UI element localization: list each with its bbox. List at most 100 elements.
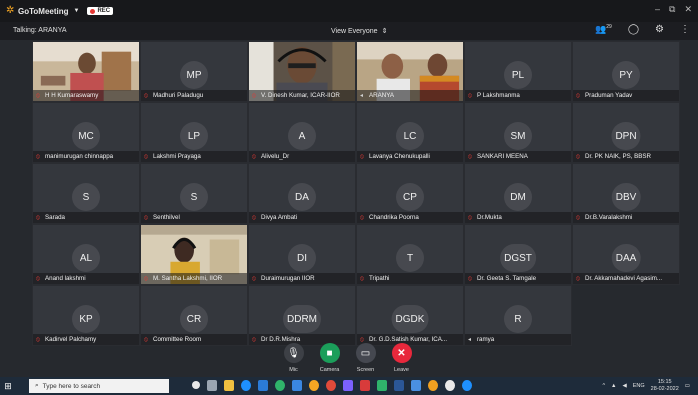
participant-avatar: DM bbox=[504, 183, 532, 211]
gotomeeting-logo-icon: ✲ bbox=[6, 5, 15, 16]
title-bar: ✲ GoToMeeting ▼ REC – ⧉ ✕ bbox=[0, 0, 698, 22]
participant-tile[interactable]: AL ⦸ Anand lakshmi bbox=[32, 224, 140, 285]
participant-tile[interactable]: LP ⦸ Lakshmi Prayaga bbox=[140, 102, 248, 163]
participant-namebar: ⦸ Senthilvel bbox=[141, 212, 247, 223]
mic-muted-icon: ⦸ bbox=[36, 92, 40, 99]
participant-name: Madhuri Paladugu bbox=[153, 92, 204, 99]
participant-tile[interactable]: CP ⦸ Chandrika Poorna bbox=[356, 163, 464, 224]
tray-chevron-icon[interactable]: ^ bbox=[602, 383, 605, 389]
participant-tile[interactable]: ◂ ARANYA bbox=[356, 41, 464, 102]
mic-off-icon[interactable]: 🎙 bbox=[283, 343, 304, 363]
word-icon[interactable] bbox=[394, 380, 404, 391]
leave-x-icon[interactable]: ✕ bbox=[391, 343, 412, 363]
participant-namebar: ⦸ Duraimurugan IIOR bbox=[249, 273, 355, 284]
mic-muted-icon: ⦸ bbox=[576, 214, 580, 221]
participant-namebar: ⦸ V. Dinesh Kumar, ICAR-IIOR bbox=[249, 90, 355, 101]
participants-button[interactable]: 👥29 bbox=[595, 24, 612, 35]
participant-tile[interactable]: MP ⦸ Madhuri Paladugu bbox=[140, 41, 248, 102]
leave-control[interactable]: ✕ Leave bbox=[390, 343, 413, 373]
language-indicator[interactable]: ENG bbox=[633, 383, 645, 389]
camera-icon[interactable]: ■ bbox=[319, 343, 340, 363]
windows-start-icon[interactable]: ⊞ bbox=[0, 377, 16, 395]
participant-tile[interactable]: DGST ⦸ Dr. Geeta S. Tamgale bbox=[464, 224, 572, 285]
app-icon[interactable] bbox=[292, 380, 302, 391]
app2-icon[interactable] bbox=[411, 380, 421, 391]
participant-tile[interactable]: SM ⦸ SANKARI MEENA bbox=[464, 102, 572, 163]
cortana-icon[interactable] bbox=[192, 381, 200, 389]
mic-muted-icon: ⦸ bbox=[36, 153, 40, 160]
excel-icon[interactable] bbox=[377, 380, 387, 391]
participant-tile[interactable]: PY ⦸ Praduman Yadav bbox=[572, 41, 680, 102]
participant-tile[interactable]: A ⦸ Alivelu_Dr bbox=[248, 102, 356, 163]
clock-date: 28-02-2022 bbox=[650, 386, 679, 392]
taskbar-search[interactable]: ⌕ Type here to search bbox=[29, 379, 169, 393]
settings-gear-icon[interactable]: ⚙ bbox=[655, 24, 664, 35]
mic-muted-icon: ⦸ bbox=[144, 92, 148, 99]
participant-tile[interactable]: ⦸ M. Santha Lakshmi, IIOR bbox=[140, 224, 248, 285]
browser-icon[interactable] bbox=[326, 380, 336, 391]
more-options-icon[interactable]: ⋮ bbox=[680, 24, 690, 35]
chat-icon[interactable]: ◯ bbox=[628, 24, 639, 35]
participant-tile[interactable]: ⦸ V. Dinesh Kumar, ICAR-IIOR bbox=[248, 41, 356, 102]
edge-icon[interactable] bbox=[241, 380, 251, 391]
participant-tile[interactable]: CR ⦸ Committee Room bbox=[140, 285, 248, 346]
restore-button[interactable]: ⧉ bbox=[669, 4, 675, 15]
participant-tile[interactable]: DPN ⦸ Dr. PK NAIK, PS, BBSR bbox=[572, 102, 680, 163]
participant-name: Alivelu_Dr bbox=[261, 153, 290, 160]
view-select[interactable]: View Everyone ⇕ bbox=[331, 27, 388, 36]
participant-tile[interactable]: S ⦸ Sarada bbox=[32, 163, 140, 224]
screen-control[interactable]: ▭ Screen bbox=[354, 343, 377, 373]
participant-tile[interactable]: ⦸ H H Kumaraswamy bbox=[32, 41, 140, 102]
participant-namebar: ⦸ Anand lakshmi bbox=[33, 273, 139, 284]
screen-share-icon[interactable]: ▭ bbox=[355, 343, 376, 363]
close-button[interactable]: ✕ bbox=[684, 4, 692, 15]
recording-badge[interactable]: REC bbox=[87, 7, 114, 15]
app3-icon[interactable] bbox=[428, 380, 438, 391]
participant-tile[interactable]: DDRM ⦸ Dr D.R.Mishra bbox=[248, 285, 356, 346]
app-logo[interactable]: ✲ GoToMeeting ▼ bbox=[6, 6, 87, 16]
mic-muted-icon: ⦸ bbox=[360, 214, 364, 221]
participant-avatar: LC bbox=[396, 122, 424, 150]
participant-tile[interactable]: S ⦸ Senthilvel bbox=[140, 163, 248, 224]
powerpoint-icon[interactable] bbox=[360, 380, 370, 391]
updown-chevron-icon: ⇕ bbox=[381, 28, 388, 35]
gotomeeting-taskbar-icon[interactable] bbox=[309, 380, 319, 391]
participant-namebar: ⦸ P Lakshmanma bbox=[465, 90, 571, 101]
participant-tile[interactable]: LC ⦸ Lavanya Chenukupalli bbox=[356, 102, 464, 163]
mic-muted-icon: ⦸ bbox=[576, 275, 580, 282]
mic-muted-icon: ⦸ bbox=[576, 92, 580, 99]
participant-tile[interactable]: DI ⦸ Duraimurugan IIOR bbox=[248, 224, 356, 285]
teams-icon[interactable] bbox=[343, 380, 353, 391]
participant-tile[interactable]: DM ⦸ Dr.Mukta bbox=[464, 163, 572, 224]
participant-tile[interactable]: R ◂ ramya bbox=[464, 285, 572, 346]
chrome-icon[interactable] bbox=[275, 380, 285, 391]
participant-namebar: ⦸ Divya Ambati bbox=[249, 212, 355, 223]
participant-tile[interactable]: DBV ⦸ Dr.B.Varalakshmi bbox=[572, 163, 680, 224]
task-view-icon[interactable] bbox=[207, 380, 217, 391]
participant-name: Senthilvel bbox=[153, 214, 180, 221]
participant-tile[interactable]: KP ⦸ Kadirvel Palchamy bbox=[32, 285, 140, 346]
gotomeeting-window: ✲ GoToMeeting ▼ REC – ⧉ ✕ Talking: ARANY… bbox=[0, 0, 698, 395]
clock[interactable]: 15:15 28-02-2022 bbox=[651, 379, 679, 393]
app4-icon[interactable] bbox=[445, 380, 455, 391]
participant-tile[interactable]: DGDK ⦸ Dr. G.D.Satish Kumar, ICA... bbox=[356, 285, 464, 346]
minimize-button[interactable]: – bbox=[655, 4, 660, 15]
mic-control[interactable]: 🎙 Mic bbox=[282, 343, 305, 373]
participant-avatar: A bbox=[288, 122, 316, 150]
participant-avatar: DDRM bbox=[283, 305, 321, 333]
participant-tile[interactable]: T ⦸ Tripathi bbox=[356, 224, 464, 285]
participant-tile[interactable]: DA ⦸ Divya Ambati bbox=[248, 163, 356, 224]
participant-tile[interactable]: DAA ⦸ Dr. Akkamahadevi Agasim... bbox=[572, 224, 680, 285]
app5-icon[interactable] bbox=[462, 380, 472, 391]
participant-name: Anand lakshmi bbox=[45, 275, 86, 282]
network-icon[interactable]: ▲ bbox=[611, 383, 616, 389]
participant-tile[interactable]: PL ⦸ P Lakshmanma bbox=[464, 41, 572, 102]
mail-icon[interactable] bbox=[258, 380, 268, 391]
notification-icon[interactable]: ▭ bbox=[685, 383, 690, 389]
participant-tile[interactable]: MC ⦸ manimurugan chinnappa bbox=[32, 102, 140, 163]
screen-label: Screen bbox=[356, 367, 375, 373]
file-explorer-icon[interactable] bbox=[224, 380, 234, 391]
camera-control[interactable]: ■ Camera bbox=[318, 343, 341, 373]
participant-avatar: R bbox=[504, 305, 532, 333]
volume-icon[interactable]: ◀ bbox=[623, 383, 627, 389]
